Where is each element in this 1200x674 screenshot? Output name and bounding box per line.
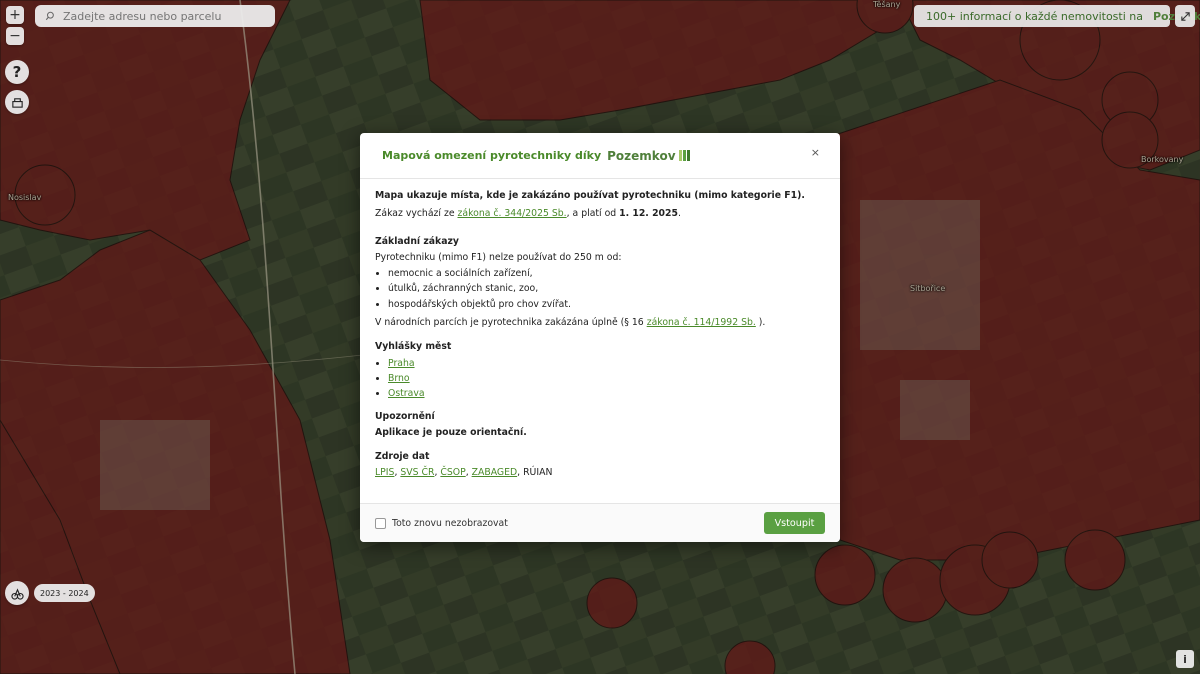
- list-item: nemocnic a sociálních zařízení,: [388, 269, 825, 279]
- source-link[interactable]: ZABAGED: [472, 467, 518, 478]
- sources-line: LPIS, SVS ČR, ČSOP, ZABAGED, RÚIAN: [375, 467, 553, 479]
- draw-tool-button[interactable]: [5, 581, 29, 605]
- law-link[interactable]: zákona č. 344/2025 Sb.: [458, 208, 567, 219]
- list-item: hospodářských objektů pro chov zvířat.: [388, 299, 825, 309]
- info-icon: i: [1183, 652, 1187, 666]
- layers-button[interactable]: [5, 90, 29, 114]
- layers-icon: [11, 97, 23, 108]
- law-date: 1. 12. 2025: [619, 208, 678, 220]
- dialog-header: Mapová omezení pyrotechniky díky Pozemko…: [360, 133, 840, 179]
- parks-paragraph: V národních parcích je pyrotechnika zaká…: [375, 318, 825, 327]
- year-range-badge[interactable]: 2023 - 2024: [34, 584, 95, 602]
- help-button[interactable]: ?: [5, 60, 29, 84]
- dialog-body: Mapa ukazuje místa, kde je zakázáno použ…: [360, 179, 840, 478]
- promo-text: 100+ informací o každé nemovitosti na: [926, 9, 1143, 23]
- fullscreen-button[interactable]: [1175, 5, 1195, 27]
- basic-intro: Pyrotechniku (mimo F1) nelze používat do…: [375, 251, 622, 263]
- pozemkov-logo-icon: [678, 150, 690, 161]
- list-item: útulků, záchranných stanic, zoo,: [388, 284, 825, 294]
- list-item: Praha: [388, 359, 825, 368]
- satellite-icon: [10, 587, 24, 600]
- parks-prefix: V národních parcích je pyrotechnika zaká…: [375, 317, 647, 329]
- law-end: .: [677, 208, 681, 220]
- question-icon: ?: [12, 63, 22, 81]
- basic-heading: Základní zákazy: [375, 235, 459, 247]
- brand-name: Pozemkov: [607, 148, 676, 163]
- city-link[interactable]: Praha: [388, 358, 415, 369]
- cities-heading: Vyhlášky měst: [375, 341, 452, 353]
- dialog-footer: Toto znovu nezobrazovat Vstoupit: [360, 503, 840, 542]
- city-link[interactable]: Ostrava: [388, 388, 425, 399]
- basic-list: nemocnic a sociálních zařízení, útulků, …: [375, 269, 825, 309]
- warning-heading: Upozornění: [375, 410, 435, 422]
- dont-show-label[interactable]: Toto znovu nezobrazovat: [392, 518, 508, 529]
- info-button[interactable]: i: [1176, 650, 1194, 668]
- law-mid: , a platí od: [566, 208, 620, 220]
- warning-text: Aplikace je pouze orientační.: [375, 426, 527, 438]
- dont-show-checkbox[interactable]: [375, 517, 386, 529]
- expand-icon: [1180, 11, 1190, 21]
- list-item: Ostrava: [388, 389, 825, 398]
- plus-icon: +: [9, 7, 21, 23]
- minus-icon: −: [9, 28, 21, 44]
- source-link[interactable]: ČSOP: [440, 467, 465, 478]
- address-search[interactable]: [35, 5, 275, 27]
- source-text: RÚIAN: [523, 467, 553, 479]
- dialog-lead: Mapa ukazuje místa, kde je zakázáno použ…: [375, 190, 805, 201]
- pyrotechnics-dialog: Mapová omezení pyrotechniky díky Pozemko…: [360, 133, 840, 542]
- parks-end: ).: [755, 317, 766, 329]
- source-link[interactable]: SVS ČR: [400, 467, 434, 478]
- sources-heading: Zdroje dat: [375, 451, 430, 463]
- promo-banner[interactable]: 100+ informací o každé nemovitosti na Po…: [914, 5, 1200, 27]
- source-link[interactable]: LPIS: [375, 467, 394, 478]
- search-input[interactable]: [63, 9, 263, 23]
- search-icon: [45, 11, 63, 21]
- parks-law-link[interactable]: zákona č. 114/1992 Sb.: [647, 317, 756, 328]
- enter-button[interactable]: Vstoupit: [764, 512, 825, 534]
- dialog-title: Mapová omezení pyrotechniky díky: [382, 149, 602, 162]
- list-item: Brno: [388, 374, 825, 383]
- zoom-in-button[interactable]: +: [6, 6, 24, 24]
- law-paragraph: Zákaz vychází ze zákona č. 344/2025 Sb.,…: [375, 209, 825, 218]
- dialog-brand: Pozemkov: [607, 148, 690, 163]
- law-prefix: Zákaz vychází ze: [375, 208, 458, 220]
- cities-list: Praha Brno Ostrava: [375, 359, 825, 399]
- zoom-out-button[interactable]: −: [6, 27, 24, 45]
- close-icon[interactable]: ×: [811, 146, 820, 159]
- city-link[interactable]: Brno: [388, 373, 410, 384]
